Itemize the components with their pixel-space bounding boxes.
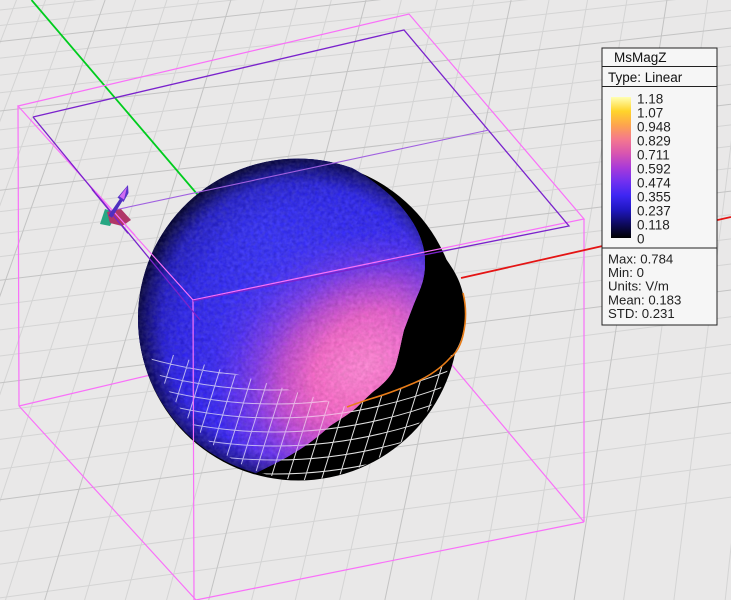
svg-text:1.18: 1.18 — [637, 92, 663, 107]
svg-text:0.237: 0.237 — [637, 204, 671, 219]
svg-text:1.07: 1.07 — [637, 106, 663, 121]
svg-text:STD: 0.231: STD: 0.231 — [608, 306, 675, 321]
svg-text:0.474: 0.474 — [637, 176, 671, 191]
svg-text:0: 0 — [637, 232, 645, 247]
svg-text:0.829: 0.829 — [637, 134, 671, 149]
svg-text:0.592: 0.592 — [637, 162, 671, 177]
svg-text:0.948: 0.948 — [637, 120, 671, 135]
svg-text:MsMagZ: MsMagZ — [614, 50, 667, 65]
svg-text:0.711: 0.711 — [637, 148, 670, 163]
svg-text:0.118: 0.118 — [637, 218, 670, 233]
svg-text:Type: Linear: Type: Linear — [608, 70, 683, 85]
svg-text:0.355: 0.355 — [637, 190, 671, 205]
